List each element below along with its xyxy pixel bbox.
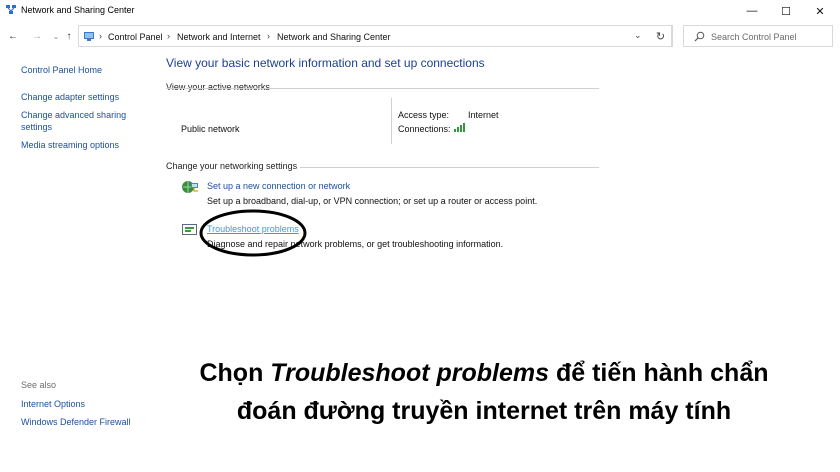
caption-line-2: đoán đường truyền internet trên máy tính	[236, 397, 732, 425]
network-divider	[391, 98, 392, 144]
search-box[interactable]	[683, 25, 833, 47]
control-panel-icon	[84, 32, 94, 41]
address-bar[interactable]: › Control Panel › Network and Internet ›…	[78, 25, 673, 47]
window-title: Network and Sharing Center	[21, 5, 135, 15]
change-adapter-settings-link[interactable]: Change adapter settings	[21, 91, 151, 103]
media-streaming-options-link[interactable]: Media streaming options	[21, 139, 151, 151]
control-panel-home-link[interactable]: Control Panel Home	[21, 64, 151, 76]
section-divider	[166, 88, 599, 89]
back-button[interactable]: ←	[6, 29, 20, 43]
navigation-bar: ← → ⌄ ↑ › Control Panel › Network and In…	[0, 24, 840, 50]
setup-connection-link[interactable]: Set up a new connection or network	[207, 181, 350, 191]
caption-text: để tiến hành chẩn	[549, 359, 769, 387]
page-title: View your basic network information and …	[166, 56, 485, 70]
breadcrumb-separator[interactable]: ›	[267, 31, 270, 41]
search-input[interactable]	[711, 29, 829, 44]
change-settings-heading: Change your networking settings	[166, 161, 298, 171]
access-type-label: Access type:	[398, 110, 450, 120]
title-bar: Network and Sharing Center — ☐ ✕	[0, 0, 840, 22]
caption-text: Chọn	[199, 359, 271, 387]
section-divider	[300, 167, 599, 168]
see-also-label: See also	[21, 380, 57, 390]
search-icon	[694, 31, 705, 42]
internet-options-link[interactable]: Internet Options	[21, 398, 151, 410]
forward-button[interactable]: →	[30, 29, 44, 43]
breadcrumb-network-and-internet[interactable]: Network and Internet	[177, 32, 261, 42]
active-networks-heading: View your active networks	[166, 82, 270, 92]
troubleshoot-icon	[182, 224, 197, 235]
connections-label: Connections:	[398, 124, 451, 134]
highlight-annotation-ellipse	[199, 209, 307, 257]
breadcrumb-network-and-sharing-center[interactable]: Network and Sharing Center	[277, 32, 391, 42]
setup-connection-description: Set up a broadband, dial-up, or VPN conn…	[207, 196, 538, 206]
ethernet-signal-icon[interactable]	[454, 123, 466, 132]
caption-emphasis: Troubleshoot problems	[270, 359, 550, 387]
left-pane: Control Panel Home Change adapter settin…	[0, 52, 160, 472]
windows-defender-firewall-link[interactable]: Windows Defender Firewall	[21, 416, 151, 428]
up-button[interactable]: ↑	[62, 29, 76, 43]
close-button[interactable]: ✕	[800, 0, 840, 22]
caption-line-1: Chọn Troubleshoot problems để tiến hành …	[160, 354, 808, 392]
instruction-caption: Chọn Troubleshoot problems để tiến hành …	[160, 354, 808, 430]
breadcrumb-separator[interactable]: ›	[167, 31, 170, 41]
change-advanced-sharing-link[interactable]: Change advanced sharing settings	[21, 109, 151, 133]
network-name: Public network	[181, 124, 240, 134]
breadcrumb-control-panel[interactable]: Control Panel	[108, 32, 163, 42]
refresh-button[interactable]: ↻	[650, 25, 672, 47]
breadcrumb-separator: ›	[99, 31, 102, 41]
access-type-value: Internet	[468, 110, 499, 120]
network-center-icon	[6, 5, 16, 14]
address-dropdown-icon[interactable]: ⌄	[634, 30, 646, 42]
recent-locations-button[interactable]: ⌄	[49, 29, 63, 43]
network-setup-icon	[182, 181, 198, 193]
